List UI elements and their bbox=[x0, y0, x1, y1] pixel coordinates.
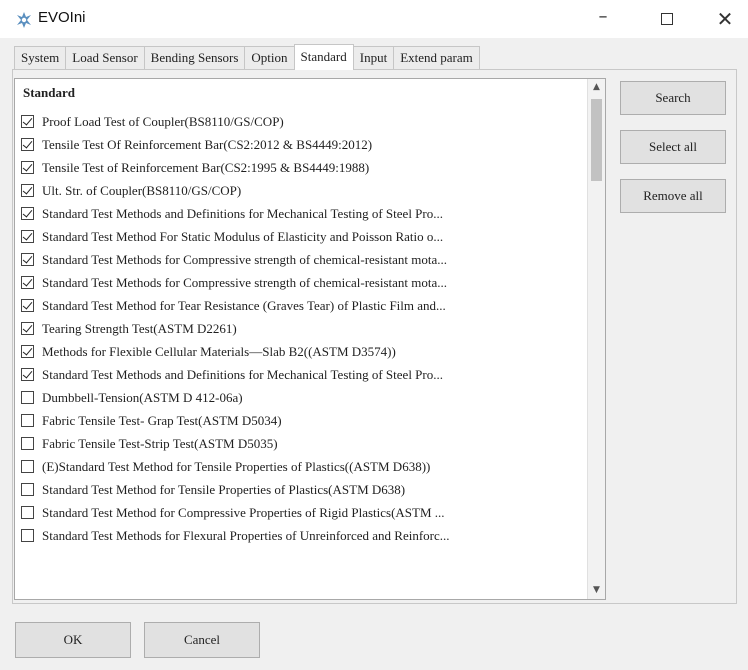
scroll-down-icon[interactable]: ▼ bbox=[588, 582, 605, 599]
item-label: Tearing Strength Test(ASTM D2261) bbox=[42, 320, 237, 336]
list-item[interactable]: Ult. Str. of Coupler(BS8110/GS/COP) bbox=[21, 179, 585, 202]
select-all-button[interactable]: Select all bbox=[620, 130, 726, 164]
list-header: Standard bbox=[23, 85, 76, 100]
list-item[interactable]: Methods for Flexible Cellular Materials—… bbox=[21, 340, 585, 363]
tab-bending-sensors[interactable]: Bending Sensors bbox=[143, 46, 246, 70]
window-title: EVOIni bbox=[38, 9, 86, 26]
item-checkbox[interactable] bbox=[21, 115, 34, 128]
tab-input[interactable]: Input bbox=[352, 46, 395, 70]
item-label: Standard Test Methods and Definitions fo… bbox=[42, 366, 443, 382]
list-item[interactable]: Tensile Test Of Reinforcement Bar(CS2:20… bbox=[21, 133, 585, 156]
item-checkbox[interactable] bbox=[21, 253, 34, 266]
item-label: Standard Test Methods and Definitions fo… bbox=[42, 205, 443, 221]
item-label: Standard Test Method for Tear Resistance… bbox=[42, 297, 446, 313]
tab-extend-param[interactable]: Extend param bbox=[393, 46, 480, 70]
scroll-up-icon[interactable]: ▲ bbox=[588, 79, 605, 96]
item-checkbox[interactable] bbox=[21, 299, 34, 312]
item-label: (E)Standard Test Method for Tensile Prop… bbox=[42, 458, 431, 474]
list-item[interactable]: Fabric Tensile Test- Grap Test(ASTM D503… bbox=[21, 409, 585, 432]
item-label: Standard Test Method for Compressive Pro… bbox=[42, 504, 445, 520]
item-checkbox[interactable] bbox=[21, 460, 34, 473]
list-item[interactable]: Standard Test Methods for Compressive st… bbox=[21, 248, 585, 271]
item-label: Methods for Flexible Cellular Materials—… bbox=[42, 343, 396, 359]
standard-list[interactable]: Standard Proof Load Test of Coupler(BS81… bbox=[14, 78, 606, 600]
list-item[interactable]: Standard Test Method for Tensile Propert… bbox=[21, 478, 585, 501]
item-checkbox[interactable] bbox=[21, 391, 34, 404]
title-bar: EVOIni – ✕ bbox=[0, 0, 748, 38]
evo-app-icon bbox=[17, 12, 31, 28]
item-checkbox[interactable] bbox=[21, 529, 34, 542]
list-item[interactable]: (E)Standard Test Method for Tensile Prop… bbox=[21, 455, 585, 478]
item-label: Tensile Test Of Reinforcement Bar(CS2:20… bbox=[42, 136, 373, 152]
item-label: Standard Test Methods for Compressive st… bbox=[42, 251, 448, 267]
item-checkbox[interactable] bbox=[21, 368, 34, 381]
list-item[interactable]: Dumbbell-Tension(ASTM D 412-06a) bbox=[21, 386, 585, 409]
item-label: Fabric Tensile Test-Strip Test(ASTM D503… bbox=[42, 435, 278, 451]
tab-option[interactable]: Option bbox=[244, 46, 295, 70]
list-item[interactable]: Standard Test Methods for Flexural Prope… bbox=[21, 524, 585, 547]
maximize-icon[interactable] bbox=[654, 6, 680, 32]
list-item[interactable]: Proof Load Test of Coupler(BS8110/GS/COP… bbox=[21, 110, 585, 133]
close-icon[interactable]: ✕ bbox=[712, 6, 738, 32]
tab-strip: System Load Sensor Bending Sensors Optio… bbox=[14, 44, 480, 70]
item-checkbox[interactable] bbox=[21, 483, 34, 496]
list-item[interactable]: Standard Test Methods and Definitions fo… bbox=[21, 202, 585, 225]
item-label: Fabric Tensile Test- Grap Test(ASTM D503… bbox=[42, 412, 282, 428]
item-checkbox[interactable] bbox=[21, 230, 34, 243]
item-checkbox[interactable] bbox=[21, 276, 34, 289]
search-button[interactable]: Search bbox=[620, 81, 726, 115]
item-label: Standard Test Method for Tensile Propert… bbox=[42, 481, 406, 497]
item-label: Standard Test Method For Static Modulus … bbox=[42, 228, 444, 244]
list-item[interactable]: Standard Test Methods for Compressive st… bbox=[21, 271, 585, 294]
list-item[interactable]: Standard Test Method For Static Modulus … bbox=[21, 225, 585, 248]
cancel-button[interactable]: Cancel bbox=[144, 622, 260, 658]
ok-button[interactable]: OK bbox=[15, 622, 131, 658]
list-item[interactable]: Standard Test Method for Compressive Pro… bbox=[21, 501, 585, 524]
minimize-icon[interactable]: – bbox=[590, 6, 616, 32]
item-checkbox[interactable] bbox=[21, 322, 34, 335]
list-rows: Proof Load Test of Coupler(BS8110/GS/COP… bbox=[21, 110, 585, 547]
list-item[interactable]: Fabric Tensile Test-Strip Test(ASTM D503… bbox=[21, 432, 585, 455]
list-item[interactable]: Standard Test Methods and Definitions fo… bbox=[21, 363, 585, 386]
item-checkbox[interactable] bbox=[21, 506, 34, 519]
scroll-thumb[interactable] bbox=[591, 99, 602, 181]
item-label: Ult. Str. of Coupler(BS8110/GS/COP) bbox=[42, 182, 242, 198]
item-checkbox[interactable] bbox=[21, 184, 34, 197]
item-checkbox[interactable] bbox=[21, 161, 34, 174]
item-label: Dumbbell-Tension(ASTM D 412-06a) bbox=[42, 389, 243, 405]
item-checkbox[interactable] bbox=[21, 345, 34, 358]
item-checkbox[interactable] bbox=[21, 414, 34, 427]
tab-load-sensor[interactable]: Load Sensor bbox=[65, 46, 145, 70]
item-label: Standard Test Methods for Compressive st… bbox=[42, 274, 448, 290]
item-checkbox[interactable] bbox=[21, 437, 34, 450]
list-scrollbar[interactable]: ▲ ▼ bbox=[587, 79, 605, 599]
item-label: Tensile Test of Reinforcement Bar(CS2:19… bbox=[42, 159, 370, 175]
list-item[interactable]: Tearing Strength Test(ASTM D2261) bbox=[21, 317, 585, 340]
item-checkbox[interactable] bbox=[21, 207, 34, 220]
list-item[interactable]: Standard Test Method for Tear Resistance… bbox=[21, 294, 585, 317]
remove-all-button[interactable]: Remove all bbox=[620, 179, 726, 213]
item-checkbox[interactable] bbox=[21, 138, 34, 151]
list-item[interactable]: Tensile Test of Reinforcement Bar(CS2:19… bbox=[21, 156, 585, 179]
tab-standard[interactable]: Standard bbox=[293, 44, 354, 70]
item-label: Proof Load Test of Coupler(BS8110/GS/COP… bbox=[42, 113, 284, 129]
tab-system[interactable]: System bbox=[14, 46, 67, 70]
item-label: Standard Test Methods for Flexural Prope… bbox=[42, 527, 450, 543]
